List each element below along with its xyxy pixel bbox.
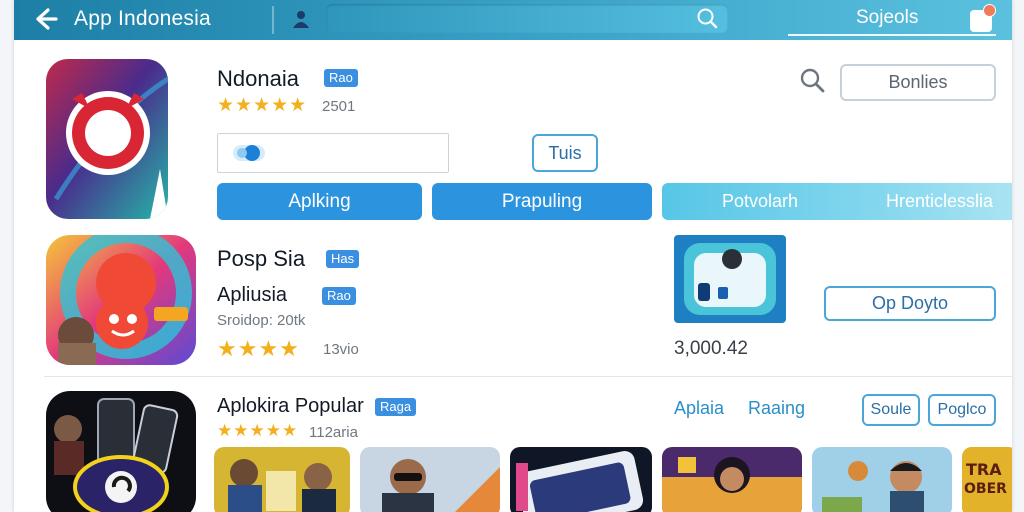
app-icon-popular[interactable]	[46, 391, 196, 512]
app-meta: Sroidop: 20tk	[217, 312, 306, 329]
svg-text:OBER: OBER	[964, 481, 1007, 497]
section-title[interactable]: Aplokira Popular	[217, 395, 364, 418]
top-bar: App Indonesia Sojeols	[14, 0, 1012, 40]
tags-button[interactable]: Tuis	[532, 134, 598, 172]
section-badge: Raga	[375, 398, 417, 416]
rating-count: 2501	[322, 98, 356, 115]
puzzle-icon	[674, 235, 786, 323]
rating-count: 112aria	[309, 424, 358, 441]
search-icon[interactable]	[798, 66, 828, 96]
tab-prapuling[interactable]: Prapuling	[432, 183, 652, 220]
user-icon[interactable]	[290, 8, 312, 30]
tab-popular[interactable]: Potvolarh	[722, 191, 798, 212]
phones-icon	[46, 391, 196, 512]
subtitle-badge: Rao	[322, 287, 356, 305]
app-screenshot-thumbnail[interactable]	[674, 235, 786, 323]
rating-stars: ★★★★★	[217, 421, 299, 440]
boy-artwork-icon	[812, 447, 952, 512]
popular-thumbnail-5[interactable]	[812, 447, 952, 512]
app-name[interactable]: Ndonaia	[217, 66, 299, 92]
cart-button[interactable]	[970, 4, 996, 32]
popular-button-2[interactable]: Poglco	[928, 394, 996, 426]
open-button[interactable]: Op Doyto	[824, 286, 996, 321]
search-input[interactable]	[326, 4, 728, 33]
app-badge: Has	[326, 250, 360, 268]
tab-indonesia[interactable]: Hrenticlesslia	[886, 191, 993, 212]
rating-count: 13vio	[323, 341, 359, 358]
app-icon-posp-sia[interactable]	[46, 235, 196, 365]
popular-thumbnail-1[interactable]	[214, 447, 350, 512]
poster-artwork-icon: TRA OBER	[962, 447, 1012, 512]
popular-thumbnail-4[interactable]	[662, 447, 802, 512]
app-logo-icon	[46, 59, 168, 219]
app-artwork-icon	[46, 235, 196, 365]
header-menu-label: Sojeols	[856, 7, 919, 28]
header-menu[interactable]: Sojeols	[788, 4, 996, 36]
phone-artwork-icon	[510, 447, 652, 512]
notification-dot	[983, 4, 996, 17]
popular-thumbnail-2[interactable]	[360, 447, 500, 512]
toggle-field[interactable]	[217, 133, 449, 173]
page-title: App Indonesia	[74, 7, 211, 30]
man-artwork-icon	[360, 447, 500, 512]
toolbar-divider	[272, 6, 274, 34]
app-badge: Rao	[324, 69, 358, 87]
app-name[interactable]: Posp Sia	[217, 246, 305, 272]
search-icon[interactable]	[696, 7, 718, 29]
back-arrow-icon[interactable]	[30, 4, 60, 34]
rating-stars: ★★★★★	[217, 95, 308, 116]
svg-text:TRA: TRA	[966, 460, 1002, 479]
popular-button-1[interactable]: Soule	[862, 394, 920, 426]
popular-thumbnail-3[interactable]	[510, 447, 652, 512]
toggle-icon[interactable]	[232, 142, 266, 164]
app-store-window: App Indonesia Sojeols Ndonaia Rao ★★★★★ …	[14, 0, 1012, 512]
tab-aplking[interactable]: Aplking	[217, 183, 422, 220]
girl-artwork-icon	[662, 447, 802, 512]
people-artwork-icon	[214, 447, 350, 512]
app-icon-ndonaia[interactable]	[46, 59, 168, 219]
popular-link-1[interactable]: Aplaia	[674, 398, 724, 419]
app-price: 3,000.42	[674, 338, 748, 359]
rating-stars: ★★★★	[217, 336, 300, 361]
app-subtitle: Apliusia	[217, 284, 288, 306]
section-divider	[44, 376, 1012, 377]
popular-thumbnail-6[interactable]: TRA OBER	[962, 447, 1012, 512]
bundles-button[interactable]: Bonlies	[840, 64, 996, 101]
category-strip[interactable]: Potvolarh Hrenticlesslia	[662, 183, 1012, 220]
popular-link-2[interactable]: Raaing	[748, 398, 805, 419]
